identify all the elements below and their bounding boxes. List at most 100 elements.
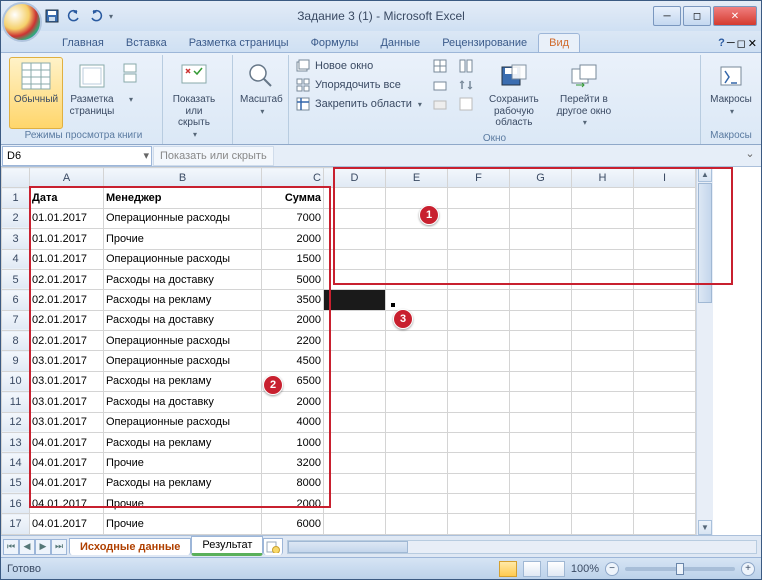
cell-F11[interactable] xyxy=(448,392,510,412)
cell-E10[interactable] xyxy=(386,371,448,391)
cell-A10[interactable]: 03.01.2017 xyxy=(30,371,104,391)
cell-G9[interactable] xyxy=(510,351,572,371)
cell-B12[interactable]: Операционные расходы xyxy=(104,412,262,432)
cell-H14[interactable] xyxy=(572,453,634,473)
cell-C15[interactable]: 8000 xyxy=(262,473,324,493)
cell-B9[interactable]: Операционные расходы xyxy=(104,351,262,371)
cell-E12[interactable] xyxy=(386,412,448,432)
cell-F6[interactable] xyxy=(448,290,510,310)
qat-dropdown-icon[interactable]: ▾ xyxy=(109,12,113,21)
cell-A17[interactable]: 04.01.2017 xyxy=(30,514,104,535)
prev-sheet-button[interactable]: ◀ xyxy=(19,539,35,555)
table-row[interactable]: 401.01.2017Операционные расходы1500 xyxy=(2,249,696,269)
cell-C8[interactable]: 2200 xyxy=(262,331,324,351)
cell-E3[interactable] xyxy=(386,229,448,249)
col-header-I[interactable]: I xyxy=(634,168,696,188)
cell-F4[interactable] xyxy=(448,249,510,269)
cell-E14[interactable] xyxy=(386,453,448,473)
table-row[interactable]: 1304.01.2017Расходы на рекламу1000 xyxy=(2,432,696,452)
unhide-button[interactable] xyxy=(430,95,450,113)
col-header-G[interactable]: G xyxy=(510,168,572,188)
cell-I13[interactable] xyxy=(634,432,696,452)
name-box[interactable]: D6 ▾ xyxy=(2,146,152,166)
cell-H1[interactable] xyxy=(572,188,634,208)
tab-view[interactable]: Вид xyxy=(538,33,580,52)
table-row[interactable]: 1604.01.2017Прочие2000 xyxy=(2,494,696,514)
cell-D1[interactable] xyxy=(324,188,386,208)
mdi-restore-icon[interactable]: ◻ xyxy=(737,37,746,50)
cell-H7[interactable] xyxy=(572,310,634,330)
cell-H12[interactable] xyxy=(572,412,634,432)
vertical-scrollbar[interactable]: ▲ ▼ xyxy=(696,167,713,535)
switch-windows-button[interactable]: Перейти в другое окно xyxy=(552,57,616,132)
cell-D4[interactable] xyxy=(324,249,386,269)
cell-E16[interactable] xyxy=(386,494,448,514)
horizontal-scrollbar[interactable] xyxy=(287,540,757,554)
cell-A3[interactable]: 01.01.2017 xyxy=(30,229,104,249)
table-row[interactable]: 702.01.2017Расходы на доставку2000 xyxy=(2,310,696,330)
col-header-D[interactable]: D xyxy=(324,168,386,188)
table-row[interactable]: 1003.01.2017Расходы на рекламу6500 xyxy=(2,371,696,391)
new-sheet-button[interactable] xyxy=(263,538,283,555)
cell-E15[interactable] xyxy=(386,473,448,493)
cell-A7[interactable]: 02.01.2017 xyxy=(30,310,104,330)
select-all-corner[interactable] xyxy=(2,168,30,188)
tab-pagelayout[interactable]: Разметка страницы xyxy=(178,33,300,52)
cell-I1[interactable] xyxy=(634,188,696,208)
cell-A13[interactable]: 04.01.2017 xyxy=(30,432,104,452)
row-header[interactable]: 5 xyxy=(2,269,30,289)
cell-D9[interactable] xyxy=(324,351,386,371)
cell-A6[interactable]: 02.01.2017 xyxy=(30,290,104,310)
cell-E1[interactable] xyxy=(386,188,448,208)
table-row[interactable]: 301.01.2017Прочие2000 xyxy=(2,229,696,249)
row-header[interactable]: 11 xyxy=(2,392,30,412)
normal-view-button[interactable]: Обычный xyxy=(9,57,63,129)
cell-A2[interactable]: 01.01.2017 xyxy=(30,208,104,228)
cell-B16[interactable]: Прочие xyxy=(104,494,262,514)
cell-A1[interactable]: Дата xyxy=(30,188,104,208)
cell-A15[interactable]: 04.01.2017 xyxy=(30,473,104,493)
tab-insert[interactable]: Вставка xyxy=(115,33,178,52)
cell-H11[interactable] xyxy=(572,392,634,412)
vscroll-thumb[interactable] xyxy=(698,183,712,303)
zoom-thumb[interactable] xyxy=(676,563,684,575)
first-sheet-button[interactable]: ⏮ xyxy=(3,539,19,555)
views-dropdown[interactable] xyxy=(121,57,139,129)
col-header-B[interactable]: B xyxy=(104,168,262,188)
cell-B3[interactable]: Прочие xyxy=(104,229,262,249)
help-icon[interactable]: ? xyxy=(718,37,725,50)
zoom-out-button[interactable]: − xyxy=(605,562,619,576)
cell-C9[interactable]: 4500 xyxy=(262,351,324,371)
table-row[interactable]: 502.01.2017Расходы на доставку5000 xyxy=(2,269,696,289)
cell-F12[interactable] xyxy=(448,412,510,432)
cell-B1[interactable]: Менеджер xyxy=(104,188,262,208)
macros-button[interactable]: Макросы xyxy=(705,57,757,129)
tab-formulas[interactable]: Формулы xyxy=(300,33,370,52)
cell-D11[interactable] xyxy=(324,392,386,412)
show-hide-button[interactable]: Показать или скрыть xyxy=(167,57,221,143)
row-header[interactable]: 15 xyxy=(2,473,30,493)
cell-G15[interactable] xyxy=(510,473,572,493)
cell-E5[interactable] xyxy=(386,269,448,289)
cell-G16[interactable] xyxy=(510,494,572,514)
cell-G14[interactable] xyxy=(510,453,572,473)
cell-H3[interactable] xyxy=(572,229,634,249)
cell-B13[interactable]: Расходы на рекламу xyxy=(104,432,262,452)
cell-I2[interactable] xyxy=(634,208,696,228)
cell-G4[interactable] xyxy=(510,249,572,269)
cell-I16[interactable] xyxy=(634,494,696,514)
table-row[interactable]: 1ДатаМенеджерСумма xyxy=(2,188,696,208)
cell-C7[interactable]: 2000 xyxy=(262,310,324,330)
last-sheet-button[interactable]: ⏭ xyxy=(51,539,67,555)
cell-G11[interactable] xyxy=(510,392,572,412)
office-button[interactable] xyxy=(2,2,42,42)
cell-D3[interactable] xyxy=(324,229,386,249)
table-row[interactable]: 201.01.2017Операционные расходы7000 xyxy=(2,208,696,228)
row-header[interactable]: 1 xyxy=(2,188,30,208)
table-row[interactable]: 802.01.2017Операционные расходы2200 xyxy=(2,331,696,351)
cell-C14[interactable]: 3200 xyxy=(262,453,324,473)
next-sheet-button[interactable]: ▶ xyxy=(35,539,51,555)
row-header[interactable]: 4 xyxy=(2,249,30,269)
cell-H8[interactable] xyxy=(572,331,634,351)
cell-C5[interactable]: 5000 xyxy=(262,269,324,289)
